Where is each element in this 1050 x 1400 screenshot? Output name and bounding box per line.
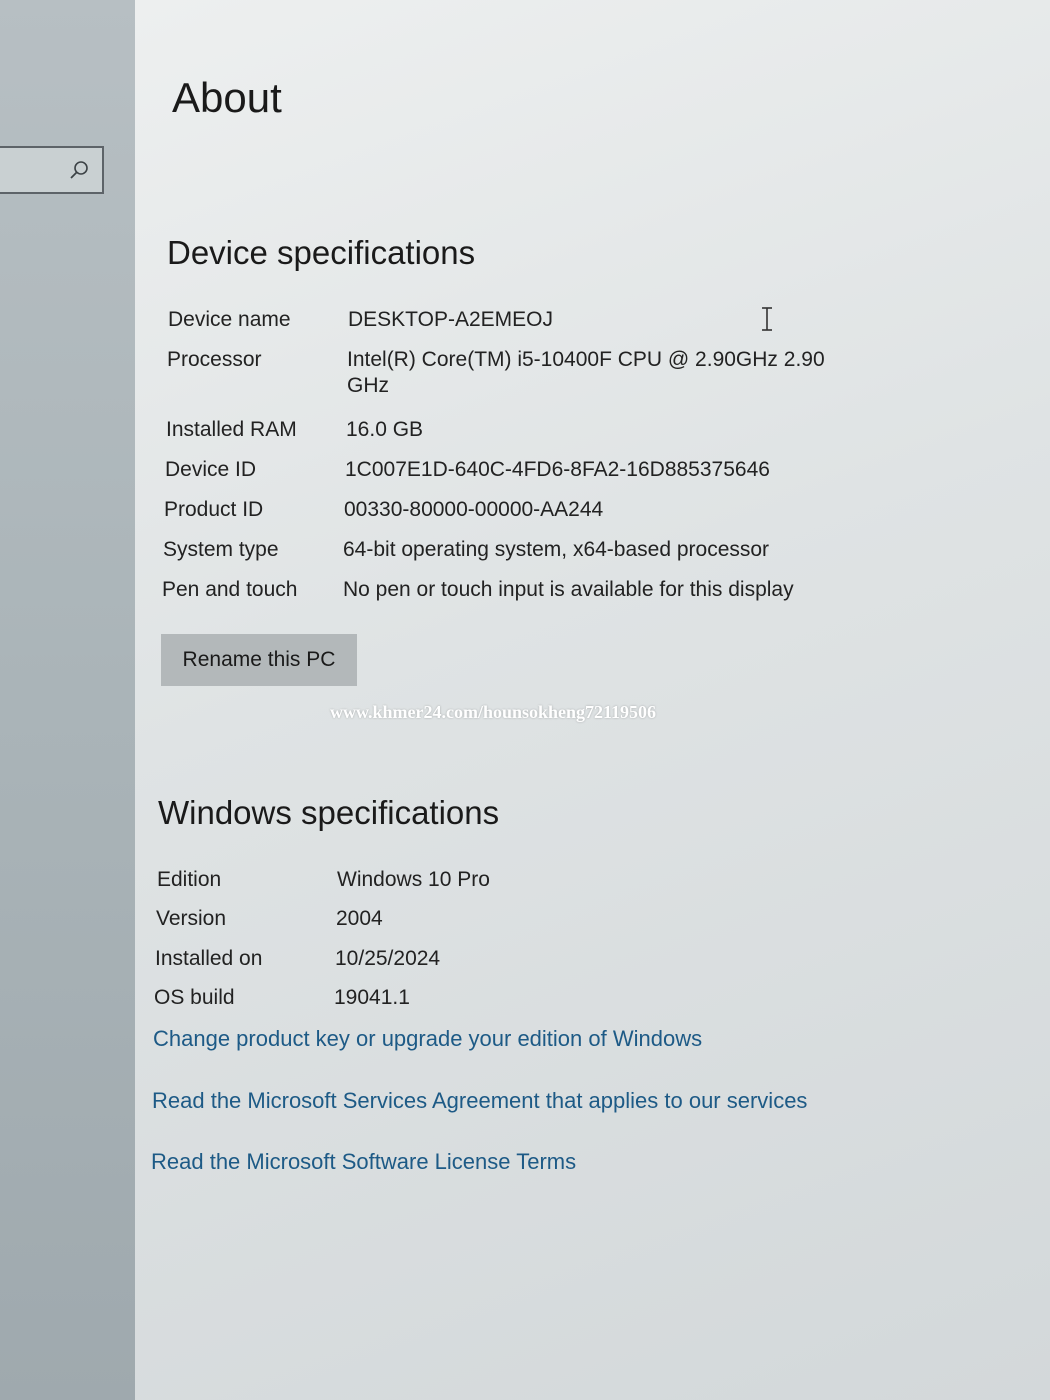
services-agreement-link[interactable]: Read the Microsoft Services Agreement th… <box>152 1088 807 1114</box>
spec-row-installed-ram: Installed RAM 16.0 GB <box>166 417 866 445</box>
spec-value: Windows 10 Pro <box>337 868 490 891</box>
spec-row-edition: Edition Windows 10 Pro <box>157 867 757 895</box>
spec-row-processor: Processor Intel(R) Core(TM) i5-10400F CP… <box>167 347 867 403</box>
spec-label: Edition <box>157 868 222 891</box>
spec-row-installed-on: Installed on 10/25/2024 <box>155 946 755 974</box>
text-cursor-icon <box>762 307 772 331</box>
spec-row-version: Version 2004 <box>156 906 756 934</box>
spec-label: Installed on <box>155 947 263 970</box>
spec-value: 16.0 GB <box>346 418 424 441</box>
device-specifications-heading: Device specifications <box>167 234 476 271</box>
change-product-key-link[interactable]: Change product key or upgrade your editi… <box>153 1026 702 1052</box>
spec-value: 1C007E1D-640C-4FD6-8FA2-16D885375646 <box>345 458 770 481</box>
spec-value: 00330-80000-00000-AA244 <box>344 498 604 521</box>
spec-value: 10/25/2024 <box>335 947 441 970</box>
spec-row-os-build: OS build 19041.1 <box>154 985 754 1013</box>
spec-label: Device ID <box>165 458 257 481</box>
spec-label: Product ID <box>164 498 264 521</box>
spec-label: OS build <box>154 986 235 1009</box>
page-title: About <box>172 74 282 121</box>
spec-row-pen-and-touch: Pen and touch No pen or touch input is a… <box>162 577 862 605</box>
spec-value: Intel(R) Core(TM) i5-10400F CPU @ 2.90GH… <box>347 348 825 397</box>
rename-pc-button[interactable]: Rename this PC <box>161 634 357 686</box>
spec-value: 19041.1 <box>334 986 410 1009</box>
spec-value: 64-bit operating system, x64-based proce… <box>343 538 770 561</box>
spec-label: Device name <box>168 308 291 331</box>
spec-row-device-id: Device ID 1C007E1D-640C-4FD6-8FA2-16D885… <box>165 457 865 485</box>
spec-value: 2004 <box>336 907 383 930</box>
about-page: About Device specifications Device name … <box>0 0 1050 1400</box>
watermark: www.khmer24.com/hounsokheng72119506 <box>330 702 657 722</box>
spec-row-product-id: Product ID 00330-80000-00000-AA244 <box>164 497 864 525</box>
windows-specifications-heading: Windows specifications <box>158 794 500 831</box>
spec-label: Version <box>156 907 227 930</box>
spec-row-system-type: System type 64-bit operating system, x64… <box>163 537 863 565</box>
spec-label: Installed RAM <box>166 418 297 441</box>
spec-label: System type <box>163 538 279 561</box>
spec-value: No pen or touch input is available for t… <box>343 578 794 601</box>
spec-label: Pen and touch <box>162 578 298 601</box>
spec-label: Processor <box>167 348 262 371</box>
license-terms-link[interactable]: Read the Microsoft Software License Term… <box>151 1149 576 1175</box>
